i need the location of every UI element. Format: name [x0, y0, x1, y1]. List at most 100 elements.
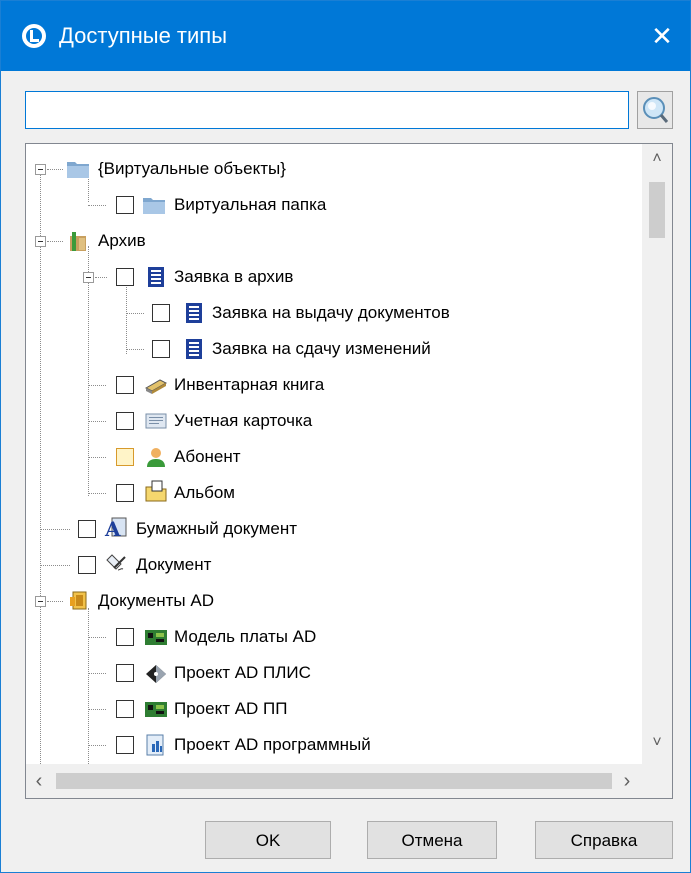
collapse-toggle[interactable] — [35, 596, 46, 607]
checkbox[interactable] — [116, 736, 134, 754]
scroll-left-button[interactable]: ‹ — [26, 770, 52, 793]
close-icon: ✕ — [651, 21, 673, 51]
album-icon — [145, 480, 167, 502]
checkbox[interactable] — [116, 664, 134, 682]
tree-item-record-card[interactable]: Учетная карточка — [26, 403, 638, 439]
tree-item-label: Альбом — [174, 483, 235, 502]
scroll-up-button[interactable]: ˄ — [642, 150, 672, 168]
search-input[interactable] — [25, 91, 629, 129]
tree-item-label: Проект AD программный — [174, 735, 371, 754]
tree-item-ad-software-project[interactable]: Проект AD программный — [26, 727, 638, 763]
checkbox[interactable] — [116, 484, 134, 502]
checkbox[interactable] — [116, 412, 134, 430]
tree-item-inventory-book[interactable]: Инвентарная книга — [26, 367, 638, 403]
tree-item-label: Заявка на сдачу изменений — [212, 339, 431, 358]
tree-item-ad-documents[interactable]: Документы AD — [26, 583, 638, 619]
chip-icon — [146, 665, 166, 683]
tree-branch — [88, 205, 106, 206]
collapse-toggle[interactable] — [35, 236, 46, 247]
help-button[interactable]: Справка — [535, 821, 673, 859]
pen-doc-icon — [106, 554, 126, 571]
tree-item-virtual-folder[interactable]: Виртуальная папка — [26, 187, 638, 223]
board-icon — [145, 630, 167, 645]
folder-icon — [143, 198, 165, 214]
horizontal-scrollbar[interactable]: ‹ › — [26, 764, 642, 798]
title-bar: Доступные типы ✕ — [1, 1, 690, 71]
tree-item-paper-document[interactable]: A Бумажный документ — [26, 511, 638, 547]
svg-text:A: A — [104, 517, 121, 538]
book-icon — [144, 379, 168, 394]
card-icon — [145, 413, 167, 429]
tree-item-label: Заявка в архив — [174, 267, 294, 286]
ok-button[interactable]: OK — [205, 821, 331, 859]
collapse-toggle[interactable] — [35, 164, 46, 175]
tree-branch — [47, 169, 63, 170]
tree-branch — [88, 709, 106, 710]
tree-branch — [126, 349, 144, 350]
scroll-corner — [642, 764, 672, 798]
tree-item-ad-fpga-project[interactable]: Проект AD ПЛИС — [26, 655, 638, 691]
tree-item-label: Проект AD ПП — [174, 699, 288, 718]
tree-item-label: Абонент — [174, 447, 241, 466]
scroll-right-button[interactable]: › — [614, 770, 640, 793]
tree-item-label: Документы AD — [98, 591, 214, 610]
tree-item-archive[interactable]: Архив — [26, 223, 638, 259]
tree-item-label: Учетная карточка — [174, 411, 313, 430]
horizontal-scroll-thumb[interactable] — [56, 773, 612, 789]
tree-item-ad-board-model[interactable]: Модель платы AD — [26, 619, 638, 655]
checkbox[interactable] — [116, 448, 134, 466]
search-button[interactable] — [637, 91, 673, 129]
checkbox[interactable] — [116, 196, 134, 214]
tree-item-archive-request[interactable]: Заявка в архив — [26, 259, 638, 295]
dialog-window: Доступные типы ✕ {Виртуальные объекты} В… — [0, 0, 691, 873]
tree-item-document[interactable]: Документ — [26, 547, 638, 583]
checkbox[interactable] — [78, 520, 96, 538]
tree-branch — [88, 385, 106, 386]
tree-branch — [47, 601, 63, 602]
tree-item-subscriber[interactable]: Абонент — [26, 439, 638, 475]
collapse-toggle[interactable] — [83, 272, 94, 283]
tree-branch — [126, 313, 144, 314]
app-logo-icon — [22, 24, 46, 48]
checkbox[interactable] — [116, 628, 134, 646]
tree-branch — [88, 637, 106, 638]
chevron-right-icon: › — [623, 770, 631, 792]
tree-item-label: Виртуальная папка — [174, 195, 327, 214]
checkbox[interactable] — [152, 304, 170, 322]
vertical-scroll-thumb[interactable] — [649, 182, 665, 238]
board-icon — [145, 702, 167, 717]
tree-item-issue-request[interactable]: Заявка на выдачу документов — [26, 295, 638, 331]
tree-branch — [88, 745, 106, 746]
tree-item-label: Инвентарная книга — [174, 375, 325, 394]
tree-item-change-request[interactable]: Заявка на сдачу изменений — [26, 331, 638, 367]
scroll-down-button[interactable]: ˅ — [642, 734, 672, 752]
tree-item-ad-pcb-project[interactable]: Проект AD ПП — [26, 691, 638, 727]
checkbox[interactable] — [116, 268, 134, 286]
checkbox[interactable] — [78, 556, 96, 574]
checkbox[interactable] — [152, 340, 170, 358]
tree-branch — [88, 493, 106, 494]
tree-item-label: {Виртуальные объекты} — [98, 159, 286, 178]
folder-icon — [67, 162, 89, 178]
checkbox[interactable] — [116, 700, 134, 718]
chevron-up-icon: ˄ — [652, 150, 662, 167]
tree-item-label: Бумажный документ — [136, 519, 298, 538]
tree-item-label: Архив — [98, 231, 146, 250]
tree-item-label: Документ — [136, 555, 212, 574]
document-icon — [186, 339, 202, 359]
tree-item-virtual-objects[interactable]: {Виртуальные объекты} — [26, 151, 638, 187]
types-tree[interactable]: {Виртуальные объекты} Виртуальная папка … — [25, 143, 673, 799]
vertical-scrollbar[interactable]: ˄ ˅ — [642, 144, 672, 764]
archive-icon — [70, 232, 86, 251]
chevron-left-icon: ‹ — [35, 770, 43, 792]
tree-branch — [40, 529, 70, 530]
tree-item-label: Проект AD ПЛИС — [174, 663, 311, 682]
tree-item-album[interactable]: Альбом — [26, 475, 638, 511]
program-icon — [146, 734, 164, 756]
checkbox[interactable] — [116, 376, 134, 394]
window-title: Доступные типы — [59, 23, 228, 48]
tree-item-label: Заявка на выдачу документов — [212, 303, 450, 322]
cancel-button[interactable]: Отмена — [367, 821, 497, 859]
close-button[interactable]: ✕ — [634, 1, 690, 71]
tree-branch — [88, 457, 106, 458]
